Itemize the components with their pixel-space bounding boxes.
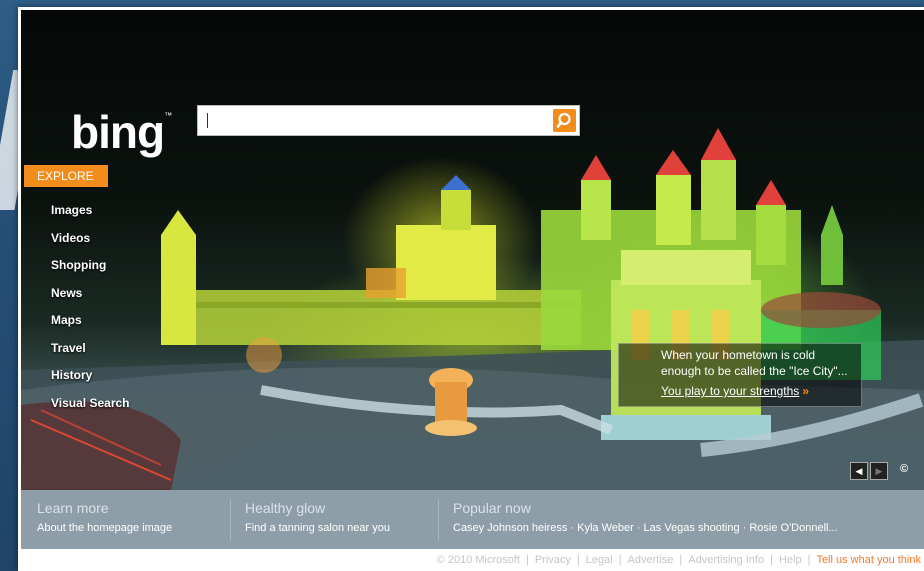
footer-link-advertising-info[interactable]: Advertising Info bbox=[688, 554, 764, 566]
nav-item-news[interactable]: News bbox=[51, 283, 130, 311]
popular-now-section: Popular now Casey Johnson heiress · Kyla… bbox=[453, 500, 838, 534]
text-cursor bbox=[207, 113, 208, 128]
caption-link[interactable]: You play to your strengths bbox=[661, 384, 799, 398]
nav-item-maps[interactable]: Maps bbox=[51, 310, 130, 338]
footer-link-advertise[interactable]: Advertise bbox=[628, 554, 674, 566]
nav-item-shopping[interactable]: Shopping bbox=[51, 255, 130, 283]
divider bbox=[438, 500, 439, 540]
learn-more-heading[interactable]: Learn more bbox=[37, 500, 172, 516]
footer: © 2010 Microsoft | Privacy | Legal | Advertise… bbox=[21, 549, 924, 571]
logo-text: bing bbox=[71, 106, 165, 158]
popular-now-heading: Popular now bbox=[453, 500, 531, 516]
copyright-icon[interactable]: © bbox=[900, 463, 908, 475]
prev-arrow-icon[interactable]: ◀ bbox=[850, 462, 868, 480]
bottom-bar: Learn more About the homepage image Heal… bbox=[21, 490, 924, 549]
healthy-glow-section: Healthy glow Find a tanning salon near y… bbox=[245, 500, 390, 534]
trademark: ™ bbox=[164, 111, 172, 120]
healthy-glow-link[interactable]: Find a tanning salon near you bbox=[245, 522, 390, 534]
search-icon bbox=[556, 112, 571, 128]
image-nav: ◀ ▶ bbox=[850, 462, 890, 480]
footer-link-help[interactable]: Help bbox=[779, 554, 802, 566]
learn-more-link[interactable]: About the homepage image bbox=[37, 522, 172, 534]
explore-header: EXPLORE bbox=[24, 165, 108, 187]
footer-copyright: © 2010 Microsoft bbox=[436, 554, 520, 566]
feedback-link[interactable]: Tell us what you think bbox=[816, 554, 921, 566]
learn-more-section: Learn more About the homepage image bbox=[37, 500, 172, 534]
nav-item-images[interactable]: Images bbox=[51, 200, 130, 228]
caption-text: When your hometown is cold enough to be … bbox=[661, 348, 848, 378]
nav-item-travel[interactable]: Travel bbox=[51, 338, 130, 366]
explore-nav: Images Videos Shopping News Maps Travel … bbox=[51, 200, 130, 420]
divider bbox=[230, 500, 231, 540]
search-box[interactable] bbox=[197, 105, 580, 136]
nav-item-videos[interactable]: Videos bbox=[51, 228, 130, 256]
healthy-glow-heading[interactable]: Healthy glow bbox=[245, 500, 390, 516]
bing-logo[interactable]: bing™ bbox=[71, 105, 172, 159]
search-button[interactable] bbox=[553, 109, 576, 132]
next-arrow-icon[interactable]: ▶ bbox=[870, 462, 888, 480]
caption-arrow-icon: » bbox=[802, 384, 809, 398]
nav-item-visual-search[interactable]: Visual Search bbox=[51, 393, 130, 421]
popular-now-links[interactable]: Casey Johnson heiress · Kyla Weber · Las… bbox=[453, 522, 838, 534]
ice-castle-illustration bbox=[21, 128, 924, 490]
search-input[interactable] bbox=[206, 110, 550, 132]
footer-link-legal[interactable]: Legal bbox=[586, 554, 613, 566]
nav-item-history[interactable]: History bbox=[51, 365, 130, 393]
footer-link-privacy[interactable]: Privacy bbox=[535, 554, 571, 566]
image-caption-box[interactable]: When your hometown is cold enough to be … bbox=[618, 343, 862, 407]
homepage-image: bing™ bbox=[21, 10, 924, 490]
